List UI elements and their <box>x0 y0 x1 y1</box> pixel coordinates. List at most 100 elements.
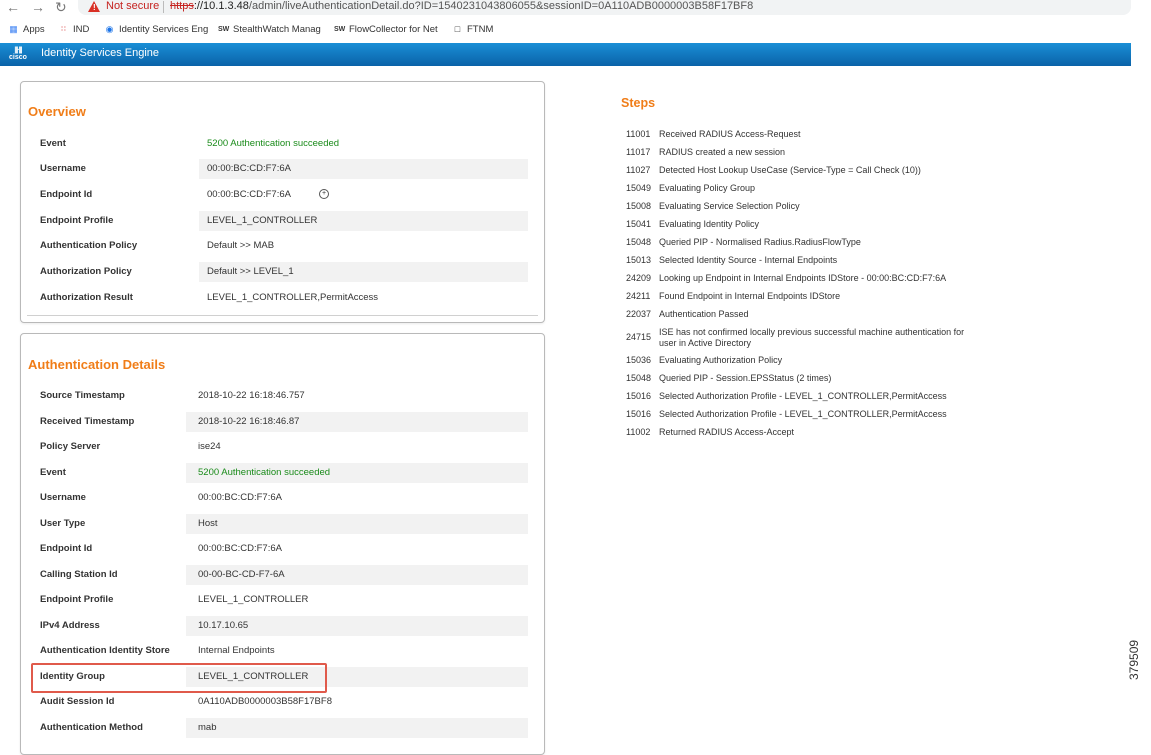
step-description: Selected Identity Source - Internal Endp… <box>659 255 838 265</box>
bookmark-label: FTNM <box>467 24 494 35</box>
step-description: Evaluating Policy Group <box>659 183 756 193</box>
field-value: Internal Endpoints <box>198 645 275 656</box>
bookmark-stealthwatch[interactable]: SW StealthWatch Manag <box>218 24 321 35</box>
auth-details-title: Authentication Details <box>28 357 166 372</box>
not-secure-label[interactable]: Not secure <box>106 0 159 12</box>
add-circle-icon[interactable]: + <box>319 189 329 199</box>
url-host: ://10.1.3.48 <box>193 0 249 12</box>
step-code: 15016 <box>626 409 652 419</box>
overview-row: Authorization Policy Default >> LEVEL_1 <box>28 262 528 282</box>
field-label: Policy Server <box>40 441 101 452</box>
auth-detail-row: Audit Session Id 0A110ADB0000003B58F17BF8 <box>28 692 528 712</box>
field-label: Username <box>40 163 86 174</box>
url-path: /admin/liveAuthenticationDetail.do?ID=15… <box>248 0 754 12</box>
field-value: mab <box>198 721 217 733</box>
bookmark-apps[interactable]: ▦ Apps <box>8 24 45 35</box>
field-label: Authentication Method <box>40 721 143 733</box>
auth-detail-row: Calling Station Id 00-00-BC-CD-F7-6A <box>28 564 528 585</box>
field-value: 5200 Authentication succeeded <box>198 466 331 478</box>
step-code: 15016 <box>626 391 652 401</box>
bookmark-label: Apps <box>23 24 45 35</box>
field-label: Authentication Policy <box>40 240 138 251</box>
field-label: Authentication Identity Store <box>40 645 170 656</box>
step-code: 24211 <box>626 291 651 301</box>
bookmark-ftnm[interactable]: □ FTNM <box>452 24 494 35</box>
auth-detail-row: Authentication Identity Store Internal En… <box>28 641 528 661</box>
overview-row: Endpoint Id 00:00:BC:CD:F7:6A + <box>28 185 528 205</box>
step-description: Selected Authorization Profile - LEVEL_1… <box>659 409 947 419</box>
app-title: Identity Services Engine <box>41 47 160 59</box>
step-code: 11017 <box>626 147 651 157</box>
step-description: ISE has not confirmed locally previous s… <box>659 327 965 348</box>
step-description: Authentication Passed <box>659 309 749 319</box>
field-value: Default >> LEVEL_1 <box>207 266 294 277</box>
field-value: 00-00-BC-CD-F7-6A <box>198 568 285 580</box>
step-code: 15048 <box>626 373 652 383</box>
field-value: 00:00:BC:CD:F7:6A <box>207 163 291 174</box>
field-value: Default >> MAB <box>207 240 275 251</box>
step-code: 15013 <box>626 255 652 265</box>
auth-detail-row: User Type Host <box>28 513 528 534</box>
field-value: ise24 <box>198 441 221 452</box>
bookmark-ise[interactable]: ◉ Identity Services Eng <box>104 24 209 35</box>
warning-icon[interactable]: ! <box>88 1 100 12</box>
step-description: Queried PIP - Session.EPSStatus (2 times… <box>659 373 832 383</box>
url-text[interactable]: https://10.1.3.48/admin/liveAuthenticati… <box>170 0 753 12</box>
step-code: 15008 <box>626 201 652 211</box>
field-label: Received Timestamp <box>40 415 135 427</box>
field-label: Authorization Result <box>40 292 133 303</box>
step-description: Returned RADIUS Access-Accept <box>659 427 795 437</box>
cisco-logo: |||·||| cisco <box>9 47 27 61</box>
step-description: Selected Authorization Profile - LEVEL_1… <box>659 391 947 401</box>
step-description: Found Endpoint in Internal Endpoints IDS… <box>659 291 841 301</box>
browser-toolbar: ← → ↻ ! Not secure https://10.1.3.48/adm… <box>0 0 1151 17</box>
bookmark-flowcollector[interactable]: SW FlowCollector for Net <box>334 24 438 35</box>
step-description: Detected Host Lookup UseCase (Service-Ty… <box>659 165 921 175</box>
auth-detail-row: Event 5200 Authentication succeeded <box>28 462 528 483</box>
overview-row: Username 00:00:BC:CD:F7:6A <box>28 159 528 179</box>
field-label: Endpoint Id <box>40 189 93 200</box>
forward-arrow-icon[interactable]: → <box>31 0 45 14</box>
field-label: Audit Session Id <box>40 696 115 707</box>
field-value: 00:00:BC:CD:F7:6A <box>207 189 291 200</box>
auth-detail-row: Policy Server ise24 <box>28 437 528 457</box>
step-description: Evaluating Service Selection Policy <box>659 201 800 211</box>
step-code: 24209 <box>626 273 652 283</box>
step-description: Evaluating Authorization Policy <box>659 355 783 365</box>
globe-icon: ◉ <box>105 24 114 34</box>
step-code: 11002 <box>626 427 651 437</box>
overview-row: Authorization Result LEVEL_1_CONTROLLER,P… <box>28 288 528 308</box>
bookmark-label: FlowCollector for Net <box>349 24 438 35</box>
overview-row: Authentication Policy Default >> MAB <box>28 236 528 256</box>
auth-detail-row: IPv4 Address 10.17.10.65 <box>28 615 528 636</box>
bookmark-label: IND <box>73 24 90 35</box>
field-value: 10.17.10.65 <box>198 619 249 631</box>
url-protocol: https <box>170 0 194 12</box>
bookmark-label: StealthWatch Manag <box>233 24 321 35</box>
back-arrow-icon[interactable]: ← <box>6 0 20 14</box>
overview-title: Overview <box>28 104 86 119</box>
auth-detail-row: Received Timestamp 2018-10-22 16:18:46.87 <box>28 411 528 432</box>
field-value: 0A110ADB0000003B58F17BF8 <box>198 696 332 707</box>
bookmark-label: Identity Services Eng <box>119 24 209 35</box>
field-label: Endpoint Id <box>40 543 93 554</box>
field-label: Source Timestamp <box>40 390 125 401</box>
app-header: |||·||| cisco Identity Services Engine <box>0 43 1131 66</box>
bookmark-ind[interactable]: ∷ IND <box>58 24 89 35</box>
steps-title: Steps <box>621 96 656 110</box>
url-separator <box>163 1 164 13</box>
field-value: 00:00:BC:CD:F7:6A <box>198 543 282 554</box>
overview-row: Event 5200 Authentication succeeded <box>28 134 528 154</box>
field-value: 00:00:BC:CD:F7:6A <box>198 492 282 503</box>
auth-detail-row: Endpoint Id 00:00:BC:CD:F7:6A <box>28 539 528 559</box>
auth-detail-row: Username 00:00:BC:CD:F7:6A <box>28 488 528 508</box>
step-code: 15048 <box>626 237 652 247</box>
step-code: 11027 <box>626 165 651 175</box>
cisco-bookmark-icon: ∷ <box>61 26 66 33</box>
figure-number: 379509 <box>1127 639 1141 680</box>
field-label: Endpoint Profile <box>40 215 114 226</box>
field-value: 2018-10-22 16:18:46.87 <box>198 415 300 427</box>
reload-icon[interactable]: ↻ <box>55 0 67 14</box>
step-code: 15036 <box>626 355 652 365</box>
auth-detail-row: Endpoint Profile LEVEL_1_CONTROLLER <box>28 590 528 610</box>
